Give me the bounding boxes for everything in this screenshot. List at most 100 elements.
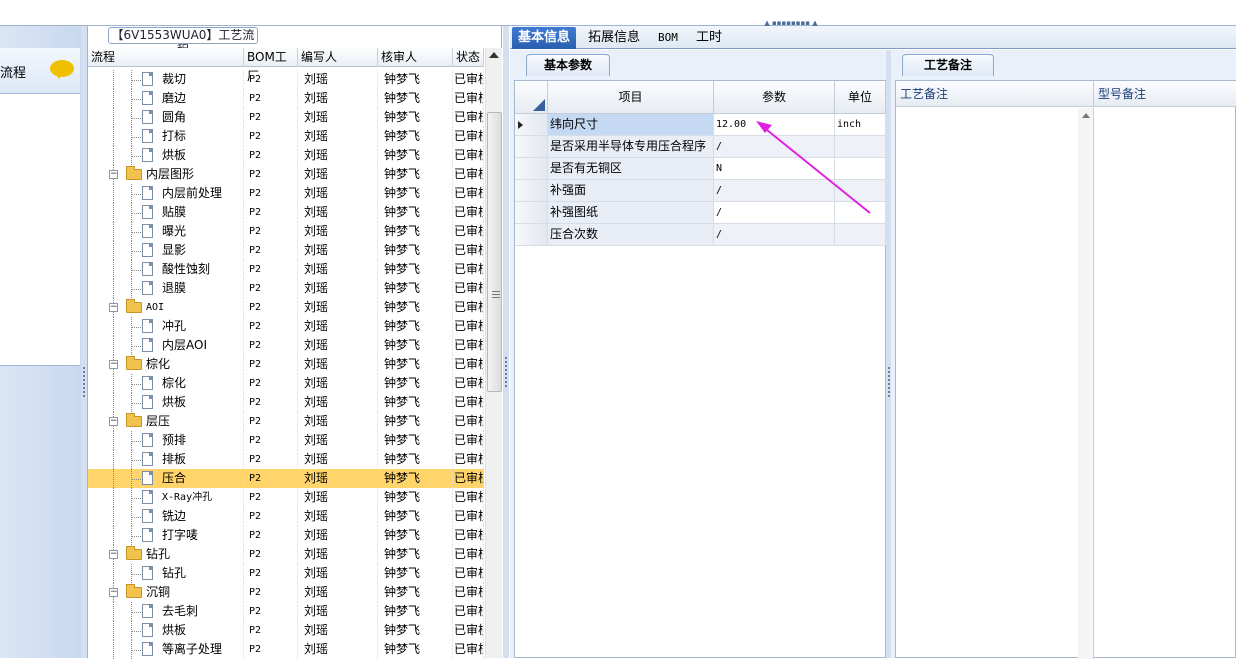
grid-corner[interactable] xyxy=(515,81,548,114)
tree-row[interactable]: 内层AOI P2刘瑶钟梦飞已审核 xyxy=(88,336,484,355)
tree-row[interactable]: − 沉铜 P2刘瑶钟梦飞已审核 xyxy=(88,583,484,602)
tree-node[interactable]: 预排 xyxy=(88,431,244,450)
tree-node[interactable]: 等离子处理 xyxy=(88,640,244,659)
param-row[interactable]: 纬向尺寸 12.00 inch xyxy=(515,114,886,136)
row-header[interactable] xyxy=(515,114,548,136)
tree-row[interactable]: 打字唛 P2刘瑶钟梦飞已审核 xyxy=(88,526,484,545)
navigation-header[interactable]: 流程 xyxy=(0,48,80,94)
tree-node[interactable]: 棕化 xyxy=(88,374,244,393)
tree-node[interactable]: 磨边 xyxy=(88,89,244,108)
column-header-process[interactable]: 流程 xyxy=(88,48,244,67)
tab-basic-info[interactable]: 基本信息 xyxy=(512,27,577,49)
tree-node[interactable]: 烘板 xyxy=(88,146,244,165)
tree-row[interactable]: 圆角 P2刘瑶钟梦飞已审核 xyxy=(88,108,484,127)
column-header-writer[interactable]: 编写人 xyxy=(298,48,378,67)
param-row[interactable]: 补强面 / xyxy=(515,180,886,202)
scroll-up-arrow-icon[interactable] xyxy=(489,52,499,58)
tree-node[interactable]: 排板 xyxy=(88,450,244,469)
tree-row[interactable]: − 内层图形 P2刘瑶钟梦飞已审核 xyxy=(88,165,484,184)
tree-row[interactable]: 显影 P2刘瑶钟梦飞已审核 xyxy=(88,241,484,260)
row-header[interactable] xyxy=(515,158,548,180)
tree-node[interactable]: − 钻孔 xyxy=(88,545,244,564)
tree-node[interactable]: − 沉铜 xyxy=(88,583,244,602)
tree-row[interactable]: − 棕化 P2刘瑶钟梦飞已审核 xyxy=(88,355,484,374)
tree-row[interactable]: 钻孔 P2刘瑶钟梦飞已审核 xyxy=(88,564,484,583)
tree-node[interactable]: 内层前处理 xyxy=(88,184,244,203)
row-header[interactable] xyxy=(515,180,548,202)
param-value-cell[interactable]: / xyxy=(714,180,835,202)
column-header-status[interactable]: 状态 xyxy=(453,48,484,67)
param-row[interactable]: 是否采用半导体专用压合程序 / xyxy=(515,136,886,158)
tree-node[interactable]: 酸性蚀刻 xyxy=(88,260,244,279)
tree-node[interactable]: 打字唛 xyxy=(88,526,244,545)
collapse-icon[interactable]: − xyxy=(109,417,118,426)
tree-scrollbar[interactable] xyxy=(485,48,502,658)
param-value-cell[interactable]: / xyxy=(714,136,835,158)
tab-extended-info[interactable]: 拓展信息 xyxy=(582,27,646,49)
collapse-icon[interactable]: − xyxy=(109,550,118,559)
tree-row[interactable]: X-Ray冲孔 P2刘瑶钟梦飞已审核 xyxy=(88,488,484,507)
tree-node[interactable]: − 层压 xyxy=(88,412,244,431)
param-unit-cell[interactable] xyxy=(835,202,886,224)
tree-node[interactable]: X-Ray冲孔 xyxy=(88,488,244,507)
param-unit-cell[interactable] xyxy=(835,180,886,202)
param-unit-cell[interactable] xyxy=(835,158,886,180)
tree-node[interactable]: 显影 xyxy=(88,241,244,260)
param-value-cell[interactable]: / xyxy=(714,202,835,224)
tree-node[interactable]: 曝光 xyxy=(88,222,244,241)
tree-row[interactable]: 退膜 P2刘瑶钟梦飞已审核 xyxy=(88,279,484,298)
tree-row[interactable]: 预排 P2刘瑶钟梦飞已审核 xyxy=(88,431,484,450)
collapse-icon[interactable]: − xyxy=(109,360,118,369)
tree-row[interactable]: 曝光 P2刘瑶钟梦飞已审核 xyxy=(88,222,484,241)
notes-scrollbar[interactable] xyxy=(1078,108,1094,659)
tree-row[interactable]: 棕化 P2刘瑶钟梦飞已审核 xyxy=(88,374,484,393)
collapse-icon[interactable]: − xyxy=(109,588,118,597)
row-header[interactable] xyxy=(515,136,548,158)
tree-node[interactable]: − 内层图形 xyxy=(88,165,244,184)
column-header-reviewer[interactable]: 核审人 xyxy=(378,48,453,67)
chat-bubble-icon[interactable] xyxy=(50,60,74,79)
tab-bom[interactable]: BOM xyxy=(652,27,684,49)
param-row[interactable]: 压合次数 / xyxy=(515,224,886,246)
tree-node[interactable]: 铣边 xyxy=(88,507,244,526)
tree-row[interactable]: 压合 P2刘瑶钟梦飞已审核 xyxy=(88,469,484,488)
tree-row[interactable]: 铣边 P2刘瑶钟梦飞已审核 xyxy=(88,507,484,526)
tree-row[interactable]: 裁切 P2刘瑶钟梦飞已审核 xyxy=(88,70,484,89)
param-row[interactable]: 补强图纸 / xyxy=(515,202,886,224)
column-header-model-note[interactable]: 型号备注 xyxy=(1094,81,1236,107)
param-value-cell[interactable]: / xyxy=(714,224,835,246)
param-unit-cell[interactable]: inch xyxy=(835,114,886,136)
column-header-bom-factory[interactable]: BOM工厂 xyxy=(244,48,298,83)
tree-node[interactable]: − 棕化 xyxy=(88,355,244,374)
tree-row[interactable]: 烘板 P2刘瑶钟梦飞已审核 xyxy=(88,146,484,165)
tree-node[interactable]: 压合 xyxy=(88,469,244,488)
tab-process-notes[interactable]: 工艺备注 xyxy=(902,54,994,76)
scroll-up-arrow-icon[interactable] xyxy=(1082,113,1090,118)
tree-row[interactable]: 内层前处理 P2刘瑶钟梦飞已审核 xyxy=(88,184,484,203)
tree-node[interactable]: 圆角 xyxy=(88,108,244,127)
param-unit-cell[interactable] xyxy=(835,224,886,246)
tree-node[interactable]: 退膜 xyxy=(88,279,244,298)
tab-basic-params[interactable]: 基本参数 xyxy=(526,54,610,76)
tree-node[interactable]: 烘板 xyxy=(88,393,244,412)
tree-node[interactable]: 贴膜 xyxy=(88,203,244,222)
tree-row[interactable]: 烘板 P2刘瑶钟梦飞已审核 xyxy=(88,621,484,640)
tree-row[interactable]: 冲孔 P2刘瑶钟梦飞已审核 xyxy=(88,317,484,336)
param-value-cell[interactable]: 12.00 xyxy=(714,114,835,136)
scrollbar-thumb[interactable] xyxy=(487,112,502,392)
tree-node[interactable]: 打标 xyxy=(88,127,244,146)
column-header-unit[interactable]: 单位 xyxy=(835,81,886,114)
tree-node[interactable]: 钻孔 xyxy=(88,564,244,583)
tree-row[interactable]: 打标 P2刘瑶钟梦飞已审核 xyxy=(88,127,484,146)
tree-row[interactable]: − 层压 P2刘瑶钟梦飞已审核 xyxy=(88,412,484,431)
param-row[interactable]: 是否有无铜区 N xyxy=(515,158,886,180)
tree-node[interactable]: 去毛刺 xyxy=(88,602,244,621)
param-value-cell[interactable]: N xyxy=(714,158,835,180)
tree-row[interactable]: 排板 P2刘瑶钟梦飞已审核 xyxy=(88,450,484,469)
tree-node[interactable]: − AOI xyxy=(88,298,244,317)
tree-row[interactable]: 烘板 P2刘瑶钟梦飞已审核 xyxy=(88,393,484,412)
tree-row[interactable]: − 钻孔 P2刘瑶钟梦飞已审核 xyxy=(88,545,484,564)
tree-row[interactable]: − AOI P2刘瑶钟梦飞已审核 xyxy=(88,298,484,317)
tree-row[interactable]: 等离子处理 P2刘瑶钟梦飞已审核 xyxy=(88,640,484,659)
column-header-param[interactable]: 参数 xyxy=(714,81,835,114)
